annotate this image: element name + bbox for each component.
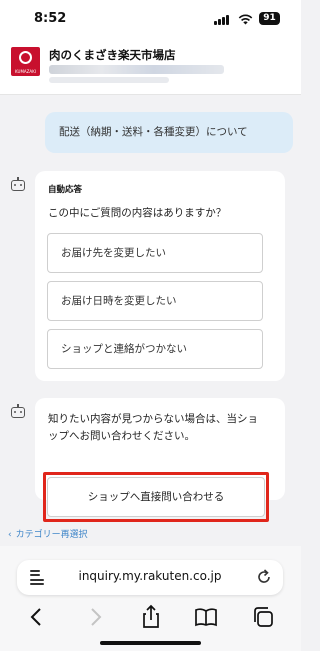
user-message-bubble: 配送（納期・送料・各種変更）について <box>45 112 293 153</box>
contact-button-wrapper: ショップへ直接問い合わせる <box>35 398 285 522</box>
share-icon[interactable] <box>138 604 164 630</box>
category-reselect-label: カテゴリー再選択 <box>15 530 88 540</box>
blurred-shop-info <box>49 65 224 74</box>
option-change-delivery-date[interactable]: お届け日時を変更したい <box>47 281 263 321</box>
blurred-shop-info-secondary <box>49 77 169 83</box>
signal-icon <box>214 15 231 25</box>
bot-question: この中にご質問の内容はありますか？ <box>48 207 227 219</box>
bot-icon <box>10 404 26 419</box>
bot-icon <box>10 177 26 192</box>
auto-reply-label: 自動応答 <box>48 185 83 195</box>
home-indicator <box>100 641 201 645</box>
category-reselect-link[interactable]: ‹ カテゴリー再選択 <box>8 527 88 540</box>
forward-icon[interactable] <box>82 604 108 630</box>
option-cannot-contact-shop[interactable]: ショップと連絡がつかない <box>47 329 263 369</box>
bookmarks-icon[interactable] <box>193 604 219 630</box>
wifi-icon <box>238 14 253 25</box>
tabs-icon[interactable] <box>250 604 276 630</box>
reload-icon[interactable] <box>256 568 272 586</box>
browser-toolbar <box>0 604 301 634</box>
address-bar[interactable]: inquiry.my.rakuten.co.jp <box>17 560 283 595</box>
option-change-address[interactable]: お届け先を変更したい <box>47 233 263 273</box>
chevron-left-icon: ‹ <box>8 530 12 540</box>
status-bar: 8:52 91 <box>0 0 301 38</box>
back-icon[interactable] <box>24 604 50 630</box>
status-time: 8:52 <box>34 11 67 26</box>
contact-shop-button[interactable]: ショップへ直接問い合わせる <box>47 477 265 517</box>
bot-auto-reply-card: 自動応答 この中にご質問の内容はありますか？ お届け先を変更したい お届け日時を… <box>35 171 285 381</box>
url-text: inquiry.my.rakuten.co.jp <box>78 569 222 583</box>
shop-header: KUMAZAKI 肉のくまざき楽天市場店 <box>0 38 301 95</box>
browser-chrome: inquiry.my.rakuten.co.jp <box>0 546 301 651</box>
battery-icon: 91 <box>259 12 280 25</box>
shop-logo: KUMAZAKI <box>11 47 40 76</box>
shop-name: 肉のくまざき楽天市場店 <box>49 48 176 62</box>
